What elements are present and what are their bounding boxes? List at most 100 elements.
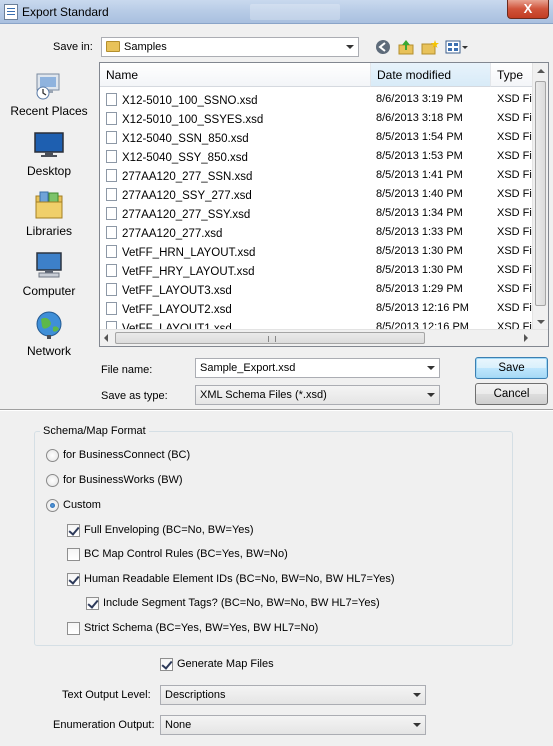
radio-label-business-connect: for BusinessConnect (BC) (63, 449, 191, 461)
place-computer[interactable]: Computer (5, 250, 93, 298)
save-button[interactable]: Save (475, 357, 548, 379)
scroll-up-icon[interactable] (537, 69, 545, 73)
radio-label-custom: Custom (63, 499, 101, 511)
checkbox-label-generate-map-files: Generate Map Files (177, 658, 274, 670)
place-label: Desktop (26, 164, 72, 178)
column-header-name[interactable]: Name (100, 63, 371, 87)
text-output-level-dropdown[interactable]: Descriptions (160, 685, 426, 705)
cancel-button[interactable]: Cancel (475, 383, 548, 405)
file-row[interactable]: 277AA120_277_SSN.xsd 8/5/2013 1:41 PM XSD … (100, 166, 537, 185)
file-row[interactable]: VetFF_HRY_LAYOUT.xsd 8/5/2013 1:30 PM XSD … (100, 261, 537, 280)
place-libraries[interactable]: Libraries (5, 190, 93, 238)
file-date-cell: 8/5/2013 1:40 PM (376, 188, 463, 200)
scroll-thumb[interactable] (535, 81, 546, 306)
file-type-cell: XSD Fil (497, 245, 535, 257)
column-header-date-label: Date modified (377, 68, 452, 82)
radio-label-business-works: for BusinessWorks (BW) (63, 474, 183, 486)
save-in-label: Save in: (53, 41, 93, 53)
chevron-down-icon (413, 693, 421, 697)
radio-custom[interactable] (46, 499, 59, 512)
xsd-file-icon (106, 150, 117, 163)
xsd-file-icon (106, 93, 117, 106)
view-menu-icon[interactable] (445, 39, 469, 55)
scroll-down-icon[interactable] (537, 320, 545, 324)
enumeration-output-dropdown[interactable]: None (160, 715, 426, 735)
file-name-cell: 277AA120_277_SSY.xsd (106, 207, 250, 221)
save-as-type-value: XML Schema Files (*.xsd) (200, 389, 327, 401)
file-type-cell: XSD Fil (497, 207, 535, 219)
chevron-down-icon[interactable] (427, 366, 435, 370)
checkbox-label-full-enveloping: Full Enveloping (BC=No, BW=Yes) (84, 524, 254, 536)
checkbox-label-human-readable-ids: Human Readable Element IDs (BC=No, BW=No… (84, 573, 395, 585)
file-row[interactable]: VetFF_LAYOUT2.xsd 8/5/2013 12:16 PM XSD Fi… (100, 299, 537, 318)
file-name-cell: 277AA120_277.xsd (106, 226, 222, 240)
horizontal-scrollbar[interactable] (100, 329, 548, 346)
xsd-file-icon (106, 207, 117, 220)
file-name-text: X12-5040_SSN_850.xsd (122, 133, 249, 145)
file-name-cell: X12-5040_SSN_850.xsd (106, 131, 249, 145)
vertical-scrollbar[interactable] (532, 63, 548, 330)
close-button[interactable]: X (507, 0, 549, 19)
file-date-cell: 8/5/2013 1:34 PM (376, 207, 463, 219)
file-name-text: 277AA120_277_SSN.xsd (122, 171, 253, 183)
xsd-file-icon (106, 302, 117, 315)
file-row[interactable]: 277AA120_277_SSY.xsd 8/5/2013 1:34 PM XSD … (100, 204, 537, 223)
file-row[interactable]: 277AA120_277.xsd 8/5/2013 1:33 PM XSD Fil (100, 223, 537, 242)
file-name-cell: VetFF_LAYOUT3.xsd (106, 283, 232, 297)
file-row[interactable]: X12-5040_SSN_850.xsd 8/5/2013 1:54 PM XSD … (100, 128, 537, 147)
checkbox-label-strict-schema: Strict Schema (BC=Yes, BW=Yes, BW HL7=No… (84, 622, 319, 634)
back-icon[interactable] (374, 39, 392, 55)
horizontal-scroll-thumb[interactable] (115, 332, 425, 344)
schema-map-format-title: Schema/Map Format (40, 425, 149, 437)
file-type-cell: XSD Fil (497, 264, 535, 276)
file-row[interactable]: VetFF_HRN_LAYOUT.xsd 8/5/2013 1:30 PM XSD … (100, 242, 537, 261)
checkbox-human-readable-ids[interactable] (67, 573, 80, 586)
column-header-date-modified[interactable]: Date modified (371, 63, 491, 87)
file-type-cell: XSD Fil (497, 226, 535, 238)
xsd-file-icon (106, 264, 117, 277)
checkbox-bc-map-control-rules[interactable] (67, 548, 80, 561)
place-desktop[interactable]: Desktop (5, 130, 93, 178)
up-folder-icon[interactable] (397, 39, 415, 55)
checkbox-include-segment-tags[interactable] (86, 597, 99, 610)
file-row[interactable]: X12-5010_100_SSYES.xsd 8/6/2013 3:18 PM XS… (100, 109, 537, 128)
file-row[interactable]: X12-5040_SSY_850.xsd 8/5/2013 1:53 PM XSD … (100, 147, 537, 166)
file-type-cell: XSD Fil (497, 112, 535, 124)
file-row[interactable]: VetFF_LAYOUT3.xsd 8/5/2013 1:29 PM XSD Fil (100, 280, 537, 299)
file-name-text: VetFF_LAYOUT3.xsd (122, 285, 232, 297)
place-label: Network (26, 344, 71, 358)
checkbox-full-enveloping[interactable] (67, 524, 80, 537)
scroll-right-icon[interactable] (524, 334, 528, 342)
checkbox-generate-map-files[interactable] (160, 658, 173, 671)
file-name-cell: VetFF_HRY_LAYOUT.xsd (106, 264, 255, 278)
file-name-cell: 277AA120_SSY_277.xsd (106, 188, 252, 202)
save-in-value: Samples (124, 41, 167, 53)
divider (0, 409, 553, 411)
save-as-type-label: Save as type: (101, 390, 168, 402)
place-recent-places[interactable]: Recent Places (5, 70, 93, 118)
file-name-cell: 277AA120_277_SSN.xsd (106, 169, 252, 183)
xsd-file-icon (106, 169, 117, 182)
file-type-cell: XSD Fil (497, 188, 535, 200)
file-date-cell: 8/5/2013 1:54 PM (376, 131, 463, 143)
file-date-cell: 8/5/2013 1:53 PM (376, 150, 463, 162)
file-name-input[interactable]: Sample_Export.xsd (195, 358, 440, 378)
folder-icon (106, 41, 120, 52)
save-in-dropdown[interactable]: Samples (101, 37, 359, 57)
file-date-cell: 8/6/2013 3:18 PM (376, 112, 463, 124)
new-folder-icon[interactable] (421, 39, 439, 55)
radio-business-connect[interactable] (46, 449, 59, 462)
file-row[interactable]: 277AA120_SSY_277.xsd 8/5/2013 1:40 PM XSD … (100, 185, 537, 204)
file-date-cell: 8/5/2013 1:41 PM (376, 169, 463, 181)
save-as-type-dropdown[interactable]: XML Schema Files (*.xsd) (195, 385, 440, 405)
text-output-level-value: Descriptions (165, 689, 226, 701)
file-list[interactable]: Name Date modified Type X12-5010_100_SSN… (99, 62, 549, 347)
checkbox-strict-schema[interactable] (67, 622, 80, 635)
place-label: Computer (22, 284, 76, 298)
file-row[interactable]: X12-5010_100_SSNO.xsd 8/6/2013 3:19 PM XSD… (100, 90, 537, 109)
checkbox-label-include-segment-tags: Include Segment Tags? (BC=No, BW=No, BW … (103, 597, 380, 609)
scroll-left-icon[interactable] (104, 334, 108, 342)
file-type-cell: XSD Fil (497, 283, 535, 295)
place-network[interactable]: Network (5, 310, 93, 358)
radio-business-works[interactable] (46, 474, 59, 487)
